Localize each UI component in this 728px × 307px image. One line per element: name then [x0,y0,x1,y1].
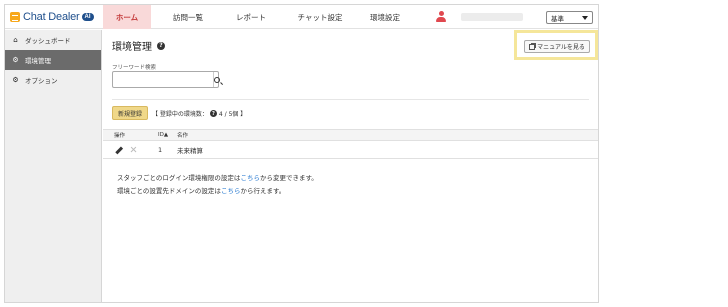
column-header-id[interactable]: ID▲ [147,132,177,138]
notes: スタッフごとのログイン環境権限の設定はこちらから変更できます。 環境ごとの設置先… [117,172,318,198]
chevron-down-icon [582,16,588,20]
search-icon [214,76,220,83]
note-line: スタッフごとのログイン環境権限の設定はこちらから変更できます。 [117,172,318,185]
close-icon[interactable] [130,146,137,153]
sidebar-item-label: 環境管理 [25,57,51,65]
nav-chat-settings[interactable]: チャット設定 [285,5,355,29]
note-link-login-permission[interactable]: こちら [240,174,260,182]
new-register-button[interactable]: 新規登録 [112,106,148,120]
gear-icon: ⚙ [12,75,19,84]
sidebar-item-dashboard[interactable]: ⌂ ダッシュボード [5,30,101,50]
environment-select[interactable]: 基準 [546,11,593,24]
page-title-text: 環境管理 [112,42,152,53]
sidebar-item-options[interactable]: ⚙ オプション [5,70,101,90]
main-content: 環境管理 ? マニュアルを見る フリーワード検索 新規登録 【 登録中の環境数：… [103,30,598,302]
search-button[interactable] [213,72,220,87]
search-label: フリーワード検索 [112,65,157,71]
row-name: 未来精算 [177,146,203,155]
sidebar: ⌂ ダッシュボード ⚙ 環境管理 ⚙ オプション [5,30,102,302]
divider [112,99,589,100]
nav-report[interactable]: レポート [225,5,277,29]
search-input[interactable] [113,72,213,87]
sidebar-item-label: ダッシュボード [25,37,71,45]
home-icon: ⌂ [13,35,18,44]
row-actions [103,145,147,154]
column-header-op: 操作 [114,133,126,139]
environment-count: 【 登録中の環境数： ? 4 / 5個 】 [152,109,246,118]
user-name-redacted[interactable] [461,13,523,21]
search-box [112,71,220,88]
table-header: 操作 ID▲ 名作 [103,129,598,141]
help-icon[interactable]: ? [157,41,165,50]
note-text: スタッフごとのログイン環境権限の設定は [117,174,241,182]
nav-home[interactable]: ホーム [103,5,151,29]
environment-select-value: 基準 [551,14,564,23]
count-prefix: 【 登録中の環境数： [152,111,208,118]
note-text: から行えます。 [240,187,286,195]
top-header: Chat Dealer AI ホーム 訪問一覧 レポート チャット設定 環境設定… [5,5,598,29]
note-link-domain-settings[interactable]: こちら [221,187,241,195]
environment-table: 操作 ID▲ 名作 1 未来精算 [103,129,598,159]
manual-button-label: マニュアルを見る [537,44,585,51]
user-icon[interactable] [436,11,446,22]
sidebar-item-label: オプション [25,77,58,85]
table-row: 1 未来精算 [103,141,598,159]
logo-text: Chat Dealer [23,11,80,23]
page-title: 環境管理 ? [112,38,165,53]
pencil-icon[interactable] [114,145,123,154]
help-icon[interactable]: ? [209,110,217,117]
note-line: 環境ごとの設置先ドメインの設定はこちらから行えます。 [117,185,318,198]
count-value: 4 / 5個 】 [218,111,247,118]
logo[interactable]: Chat Dealer AI [10,10,94,24]
note-text: から変更できます。 [259,174,318,182]
app-window: Chat Dealer AI ホーム 訪問一覧 レポート チャット設定 環境設定… [4,4,599,303]
logo-badge: AI [81,13,94,21]
external-link-icon [529,42,537,50]
column-header-name: 名作 [177,133,189,139]
row-id: 1 [158,145,163,154]
sidebar-item-environment[interactable]: ⚙ 環境管理 [5,50,101,70]
nav-visits[interactable]: 訪問一覧 [157,5,219,29]
main-nav: ホーム 訪問一覧 レポート チャット設定 環境設定 [103,5,411,29]
manual-button[interactable]: マニュアルを見る [524,40,590,53]
gear-icon: ⚙ [12,55,19,64]
nav-environment-settings[interactable]: 環境設定 [359,5,411,29]
note-text: 環境ごとの設置先ドメインの設定は [117,187,221,195]
chat-bubble-icon [10,12,20,22]
